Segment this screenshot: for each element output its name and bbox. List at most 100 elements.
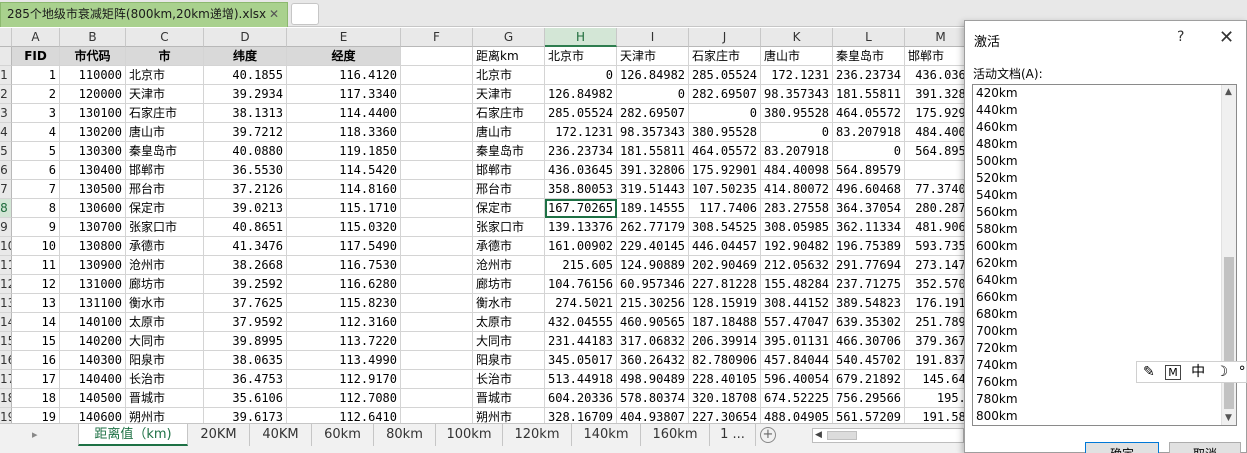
distance-cell[interactable]: 195.5 bbox=[905, 389, 964, 408]
distance-cell[interactable]: 187.18488 bbox=[689, 313, 761, 332]
row-header[interactable]: 4 bbox=[0, 123, 12, 142]
distance-cell[interactable]: 679.21892 bbox=[833, 370, 905, 389]
latitude-cell[interactable]: 38.1313 bbox=[204, 104, 287, 123]
cell-f[interactable] bbox=[401, 332, 473, 351]
sheet-tab[interactable]: 100km bbox=[436, 424, 503, 446]
cell-f[interactable] bbox=[401, 351, 473, 370]
city-cell[interactable]: 廊坊市 bbox=[126, 275, 204, 294]
ok-button[interactable]: 确定 bbox=[1085, 442, 1159, 453]
fid-cell[interactable]: 19 bbox=[12, 408, 60, 423]
cell-f[interactable] bbox=[401, 104, 473, 123]
distance-cell[interactable]: 196.75389 bbox=[833, 237, 905, 256]
longitude-cell[interactable]: 116.6280 bbox=[287, 275, 401, 294]
distance-cell[interactable]: 540.45702 bbox=[833, 351, 905, 370]
column-header-a[interactable]: A bbox=[12, 28, 60, 47]
city-code-cell[interactable]: 131000 bbox=[60, 275, 126, 294]
origin-city-cell[interactable]: 天津市 bbox=[473, 85, 545, 104]
distance-cell[interactable]: 176.1912 bbox=[905, 294, 964, 313]
origin-city-cell[interactable]: 沧州市 bbox=[473, 256, 545, 275]
distance-cell[interactable]: 126.84982 bbox=[545, 85, 617, 104]
row-header[interactable]: 12 bbox=[0, 275, 12, 294]
longitude-cell[interactable]: 114.5420 bbox=[287, 161, 401, 180]
column-header-b[interactable]: B bbox=[60, 28, 126, 47]
distance-cell[interactable]: 98.357343 bbox=[617, 123, 689, 142]
sheet-tab-more[interactable]: 1 ... bbox=[710, 424, 756, 446]
origin-city-cell[interactable]: 朔州市 bbox=[473, 408, 545, 423]
distance-cell[interactable]: 107.50235 bbox=[689, 180, 761, 199]
distance-cell[interactable]: 328.16709 bbox=[545, 408, 617, 423]
origin-city-cell[interactable]: 晋城市 bbox=[473, 389, 545, 408]
header-longitude[interactable]: 经度 bbox=[287, 47, 401, 66]
column-header-m[interactable]: M bbox=[905, 28, 964, 47]
sheet-tab[interactable]: 40KM bbox=[250, 424, 312, 446]
distance-cell[interactable]: 139.13376 bbox=[545, 218, 617, 237]
latitude-cell[interactable]: 39.2592 bbox=[204, 275, 287, 294]
row-header[interactable]: 7 bbox=[0, 180, 12, 199]
distance-cell[interactable]: 317.06832 bbox=[617, 332, 689, 351]
latitude-cell[interactable]: 35.6106 bbox=[204, 389, 287, 408]
city-code-cell[interactable]: 140200 bbox=[60, 332, 126, 351]
new-tab-button[interactable] bbox=[291, 3, 319, 25]
row-header[interactable]: 14 bbox=[0, 313, 12, 332]
distance-cell[interactable]: 639.35302 bbox=[833, 313, 905, 332]
distance-cell[interactable]: 167.70265 bbox=[545, 199, 617, 218]
distance-cell[interactable]: 83.207918 bbox=[761, 142, 833, 161]
city-code-cell[interactable]: 130700 bbox=[60, 218, 126, 237]
distance-cell[interactable]: 236.23734 bbox=[545, 142, 617, 161]
city-cell[interactable]: 阳泉市 bbox=[126, 351, 204, 370]
corner-select-all[interactable] bbox=[0, 28, 12, 47]
distance-cell[interactable]: 380.95528 bbox=[761, 104, 833, 123]
spreadsheet-grid[interactable]: A B C D E F G H I J K L M FID 市代码市纬度 经度 距离km 北京市 天津市 石家庄市 唐山… bbox=[0, 28, 964, 423]
distance-cell[interactable]: 280.2870 bbox=[905, 199, 964, 218]
document-list-item[interactable]: 800km bbox=[973, 408, 1236, 425]
latitude-cell[interactable]: 41.3476 bbox=[204, 237, 287, 256]
document-list-item[interactable]: 640km bbox=[973, 272, 1236, 289]
row-header[interactable]: 5 bbox=[0, 142, 12, 161]
latitude-cell[interactable]: 37.2126 bbox=[204, 180, 287, 199]
longitude-cell[interactable]: 114.8160 bbox=[287, 180, 401, 199]
distance-cell[interactable]: 283.27558 bbox=[761, 199, 833, 218]
city-code-cell[interactable]: 140500 bbox=[60, 389, 126, 408]
distance-cell[interactable]: 237.71275 bbox=[833, 275, 905, 294]
sheet-tab[interactable]: 60km bbox=[312, 424, 374, 446]
distance-cell[interactable]: 464.05572 bbox=[689, 142, 761, 161]
latitude-cell[interactable]: 37.9592 bbox=[204, 313, 287, 332]
city-code-cell[interactable]: 140300 bbox=[60, 351, 126, 370]
document-list-item[interactable]: 460km bbox=[973, 119, 1236, 136]
column-header-d[interactable]: D bbox=[204, 28, 287, 47]
cell-f[interactable] bbox=[401, 66, 473, 85]
cell-f[interactable] bbox=[401, 370, 473, 389]
origin-city-cell[interactable]: 唐山市 bbox=[473, 123, 545, 142]
distance-cell[interactable]: 155.48284 bbox=[761, 275, 833, 294]
longitude-cell[interactable]: 117.5490 bbox=[287, 237, 401, 256]
city-cell[interactable]: 太原市 bbox=[126, 313, 204, 332]
city-code-cell[interactable]: 140100 bbox=[60, 313, 126, 332]
sheet-tab[interactable]: 120km bbox=[503, 424, 572, 446]
latitude-cell[interactable]: 38.0635 bbox=[204, 351, 287, 370]
distance-cell[interactable]: 557.47047 bbox=[761, 313, 833, 332]
distance-cell[interactable]: 282.69507 bbox=[617, 104, 689, 123]
distance-cell[interactable]: 117.7406 bbox=[689, 199, 761, 218]
city-cell[interactable]: 长治市 bbox=[126, 370, 204, 389]
fid-cell[interactable]: 4 bbox=[12, 123, 60, 142]
row-header[interactable]: 18 bbox=[0, 389, 12, 408]
cell-f[interactable] bbox=[401, 85, 473, 104]
cell-f[interactable] bbox=[401, 275, 473, 294]
distance-cell[interactable]: 0 bbox=[833, 142, 905, 161]
latitude-cell[interactable]: 39.6173 bbox=[204, 408, 287, 423]
distance-cell[interactable]: 206.39914 bbox=[689, 332, 761, 351]
cancel-button[interactable]: 取消 bbox=[1169, 442, 1241, 453]
distance-cell[interactable]: 285.05524 bbox=[545, 104, 617, 123]
distance-cell[interactable]: 104.76156 bbox=[545, 275, 617, 294]
origin-city-cell[interactable]: 邢台市 bbox=[473, 180, 545, 199]
help-icon[interactable]: ? bbox=[1177, 29, 1184, 45]
cell-f[interactable] bbox=[401, 389, 473, 408]
scroll-up-icon[interactable]: ▲ bbox=[1225, 87, 1232, 97]
fid-cell[interactable]: 2 bbox=[12, 85, 60, 104]
distance-cell[interactable]: 414.80072 bbox=[761, 180, 833, 199]
fid-cell[interactable]: 5 bbox=[12, 142, 60, 161]
city-cell[interactable]: 大同市 bbox=[126, 332, 204, 351]
ime-mode-m-icon[interactable]: M bbox=[1165, 365, 1181, 380]
distance-cell[interactable]: 202.90469 bbox=[689, 256, 761, 275]
cell-f[interactable] bbox=[401, 123, 473, 142]
